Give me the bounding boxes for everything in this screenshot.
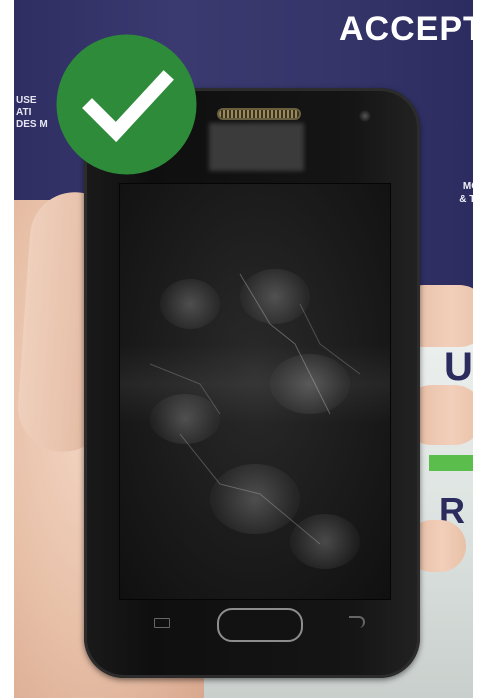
crack-line bbox=[149, 363, 221, 415]
checkmark-badge bbox=[56, 34, 197, 175]
blurred-logo bbox=[209, 123, 304, 171]
crack-line bbox=[239, 273, 331, 415]
screen-crack-lines bbox=[149, 273, 361, 545]
front-camera-icon bbox=[359, 110, 371, 122]
cracked-screen bbox=[119, 183, 391, 600]
green-stripe-right bbox=[429, 455, 473, 471]
earpiece-speaker bbox=[219, 110, 299, 118]
photo: ACCEPT USE ATI DES M MOBI & TAB U R bbox=[14, 0, 473, 698]
menu-key-icon bbox=[154, 618, 170, 628]
banner-right-text: MOBI & TAB bbox=[459, 181, 473, 205]
banner-heading: ACCEPT bbox=[339, 10, 473, 48]
badge-circle bbox=[56, 34, 197, 175]
home-button bbox=[217, 608, 303, 642]
background-letter-u: U bbox=[444, 345, 473, 389]
crack-line bbox=[299, 303, 361, 375]
back-key-icon bbox=[349, 616, 365, 628]
banner-left-text: USE ATI DES M bbox=[16, 95, 48, 130]
image-frame: ACCEPT USE ATI DES M MOBI & TAB U R bbox=[0, 0, 483, 698]
crack-line bbox=[179, 433, 321, 545]
